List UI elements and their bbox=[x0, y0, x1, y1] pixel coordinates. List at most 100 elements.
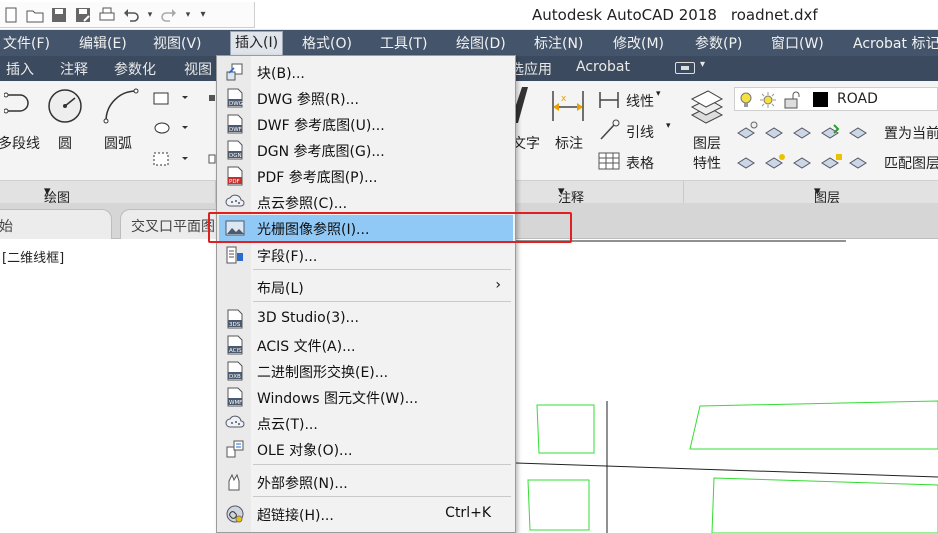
polyline-button[interactable]: 多段线 bbox=[0, 133, 40, 153]
insert-menu-item-label: 点云参照(C)... bbox=[257, 196, 348, 212]
insert-menu-dropdown: 块(B)... DWG DWG 参照(R)... DWF DWF 参考底图(U)... D… bbox=[216, 55, 516, 533]
layer-panel-title: 图层 ▾ bbox=[814, 184, 841, 206]
save-as-icon[interactable] bbox=[74, 6, 92, 24]
menu-view[interactable]: 视图(V) bbox=[153, 33, 202, 53]
undo-dropdown-icon[interactable]: ▾ bbox=[146, 6, 154, 24]
leader-button[interactable]: 引线 bbox=[626, 122, 654, 142]
insert-menu-item-dxb[interactable]: DXB 二进制图形交换(E)... bbox=[219, 358, 513, 384]
ribbon-minimize-icon[interactable] bbox=[675, 62, 695, 74]
menu-param[interactable]: 参数(P) bbox=[695, 33, 742, 53]
circle-button[interactable]: 圆 bbox=[58, 133, 72, 153]
menu-modify[interactable]: 修改(M) bbox=[613, 33, 664, 53]
save-icon[interactable] bbox=[50, 6, 68, 24]
insert-menu-item-pdf[interactable]: PDF PDF 参考底图(P)... bbox=[219, 163, 513, 189]
menu-window[interactable]: 窗口(W) bbox=[771, 33, 824, 53]
menu-tools[interactable]: 工具(T) bbox=[380, 33, 427, 53]
insert-menu-item-label: 二进制图形交换(E)... bbox=[257, 365, 389, 381]
open-folder-icon[interactable] bbox=[26, 6, 44, 24]
menu-edit[interactable]: 编辑(E) bbox=[79, 33, 127, 53]
redo-icon[interactable] bbox=[160, 6, 178, 24]
layer-tool-icons[interactable] bbox=[736, 121, 876, 171]
layer-on-bulb-icon[interactable] bbox=[739, 91, 753, 109]
insert-menu-item-label: 块(B)... bbox=[257, 66, 305, 82]
insert-menu-item-xref[interactable]: 外部参照(N)... bbox=[219, 469, 513, 495]
file-tab-start[interactable]: 始 bbox=[0, 209, 112, 239]
menu-draw[interactable]: 绘图(D) bbox=[456, 33, 506, 53]
insert-menu-item-field[interactable]: 字段(F)... bbox=[219, 242, 513, 268]
ribbon-tab-4[interactable]: 选应用 bbox=[510, 59, 552, 79]
layer-panel-label[interactable]: 图层 ▾ bbox=[684, 181, 938, 206]
menu-separator bbox=[253, 464, 511, 465]
layer-properties-label-1[interactable]: 图层 bbox=[693, 133, 721, 153]
current-layer-name: ROAD bbox=[837, 91, 878, 107]
insert-menu-item-3ds[interactable]: 3DS 3D Studio(3)... bbox=[219, 306, 513, 332]
ribbon-tab-3[interactable]: 视图 bbox=[184, 59, 212, 79]
menu-format[interactable]: 格式(O) bbox=[302, 33, 352, 53]
linear-dimension-button[interactable]: 线性 bbox=[626, 91, 654, 111]
svg-text:3DS: 3DS bbox=[229, 322, 241, 328]
menu-insert[interactable]: 插入(I) bbox=[230, 31, 284, 56]
file-tab-drawing-label: 交叉口平面图 bbox=[131, 219, 215, 235]
redo-dropdown-icon[interactable]: ▾ bbox=[184, 6, 192, 24]
ribbon-tab-5[interactable]: Acrobat bbox=[576, 59, 630, 75]
layer-thaw-sun-icon[interactable] bbox=[759, 91, 777, 109]
insert-menu-item-label: 字段(F)... bbox=[257, 249, 318, 265]
arc-button[interactable]: 圆弧 bbox=[104, 133, 132, 153]
insert-menu-item-hyperlink[interactable]: 超链接(H)... Ctrl+K bbox=[219, 501, 513, 527]
ribbon-tab-2[interactable]: 参数化 bbox=[114, 59, 156, 79]
match-layer-button[interactable]: 匹配图层 bbox=[884, 153, 938, 173]
menu-file[interactable]: 文件(F) bbox=[3, 33, 50, 53]
insert-menu-item-dgn[interactable]: DGN DGN 参考底图(G)... bbox=[219, 137, 513, 163]
annotation-panel-label[interactable]: 注释 ▾ bbox=[516, 181, 684, 206]
insert-menu-item-layout[interactable]: 布局(L) › bbox=[219, 274, 513, 300]
circle-icon[interactable] bbox=[46, 87, 84, 125]
wmf-file-icon: WMF bbox=[225, 387, 245, 407]
set-current-layer-button[interactable]: 置为当前 bbox=[884, 123, 938, 143]
layer-unlock-icon[interactable] bbox=[783, 91, 801, 109]
draw-small-tools-icon[interactable] bbox=[152, 91, 192, 171]
dwg-file-icon: DWG bbox=[225, 88, 245, 108]
insert-menu-item-pointcloud[interactable]: 点云(T)... bbox=[219, 410, 513, 436]
svg-text:DGN: DGN bbox=[229, 153, 242, 159]
dgn-file-icon: DGN bbox=[225, 140, 245, 160]
app-title: Autodesk AutoCAD 2018 bbox=[532, 6, 717, 24]
annotation-panel-title: 注释 ▾ bbox=[558, 184, 585, 206]
insert-menu-item-label: 布局(L) bbox=[257, 281, 304, 297]
print-icon[interactable] bbox=[98, 6, 116, 24]
customize-toolbar-icon[interactable]: ▾ bbox=[198, 6, 208, 24]
layer-properties-icon[interactable] bbox=[690, 85, 724, 125]
dimension-button[interactable]: 标注 bbox=[555, 133, 583, 153]
insert-menu-item-label: Windows 图元文件(W)... bbox=[257, 391, 419, 407]
insert-menu-item-label: OLE 对象(O)... bbox=[257, 443, 353, 459]
annotation-small-icons bbox=[598, 92, 620, 170]
insert-menu-item-dwg[interactable]: DWG DWG 参照(R)... bbox=[219, 85, 513, 111]
insert-menu-item-label: 点云(T)... bbox=[257, 417, 318, 433]
point-cloud-icon bbox=[225, 192, 245, 212]
table-button[interactable]: 表格 bbox=[626, 153, 654, 173]
menu-annotate[interactable]: 标注(N) bbox=[534, 33, 583, 53]
insert-menu-item-ole[interactable]: OLE 对象(O)... bbox=[219, 436, 513, 462]
leader-dropdown-icon[interactable]: ▾ bbox=[666, 121, 671, 131]
draw-panel-label[interactable]: 绘图 ▾ bbox=[0, 181, 216, 206]
insert-menu-item-wmf[interactable]: WMF Windows 图元文件(W)... bbox=[219, 384, 513, 410]
svg-text:DWG: DWG bbox=[229, 101, 243, 107]
insert-menu-item-dwf[interactable]: DWF DWF 参考底图(U)... bbox=[219, 111, 513, 137]
dimension-icon[interactable]: x bbox=[550, 87, 586, 127]
insert-menu-item-acis[interactable]: ACIS ACIS 文件(A)... bbox=[219, 332, 513, 358]
ribbon-tab-1[interactable]: 注释 bbox=[60, 59, 88, 79]
layer-dropdown[interactable]: ROAD bbox=[734, 87, 938, 111]
menu-acrobat[interactable]: Acrobat 标记 bbox=[853, 33, 938, 53]
polyline-icon[interactable] bbox=[4, 89, 36, 119]
new-file-icon[interactable] bbox=[2, 6, 20, 24]
insert-menu-item-block[interactable]: 块(B)... bbox=[219, 59, 513, 85]
layer-properties-label-2[interactable]: 特性 bbox=[693, 153, 721, 173]
file-tab-start-label: 始 bbox=[0, 219, 13, 235]
ribbon-options-icon[interactable]: ▾ bbox=[700, 59, 705, 70]
arc-icon[interactable] bbox=[102, 87, 140, 125]
undo-icon[interactable] bbox=[122, 6, 140, 24]
acis-file-icon: ACIS bbox=[225, 335, 245, 355]
draw-panel-title: 绘图 ▾ bbox=[44, 184, 71, 206]
text-button[interactable]: 文字 bbox=[512, 133, 540, 153]
linear-dropdown-icon[interactable]: ▾ bbox=[656, 89, 661, 99]
ribbon-tab-0[interactable]: 插入 bbox=[6, 59, 34, 79]
